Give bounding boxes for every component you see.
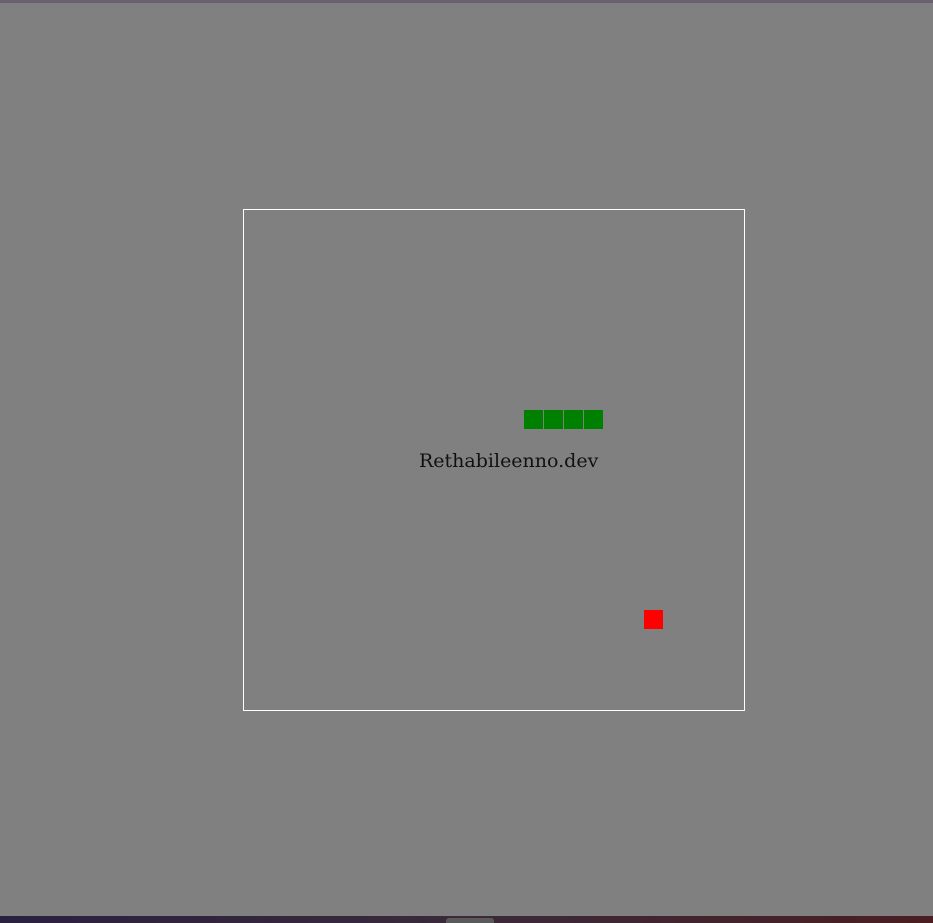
game-board[interactable]: Rethabileenno.dev (243, 209, 745, 711)
snake-segment (564, 410, 583, 429)
food-item (644, 610, 663, 629)
window-top-strip (0, 0, 933, 3)
watermark-text: Rethabileenno.dev (419, 450, 599, 472)
snake-head (584, 410, 603, 429)
snake-segment (524, 410, 543, 429)
snake-segment (544, 410, 563, 429)
taskbar-handle[interactable] (446, 918, 494, 923)
